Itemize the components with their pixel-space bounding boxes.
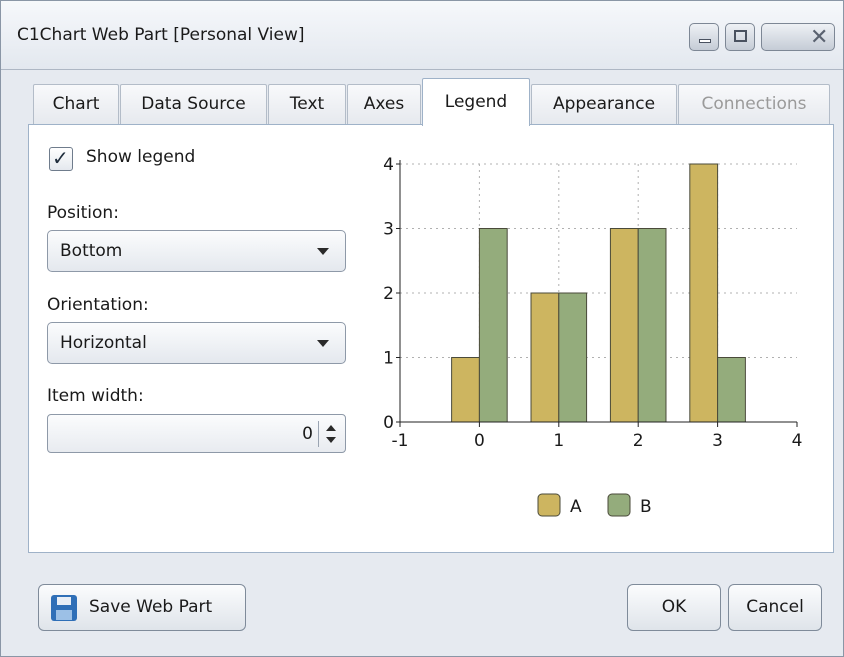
bar-series-A-2 — [609, 228, 639, 423]
tab-data-source[interactable]: Data Source — [120, 84, 267, 124]
bar-series-A-0 — [451, 357, 480, 423]
position-label: Position: — [47, 203, 119, 223]
cancel-label: Cancel — [746, 597, 804, 617]
show-legend-checkbox[interactable]: ✓ — [49, 146, 73, 171]
tab-label: Connections — [701, 94, 807, 114]
orientation-label: Orientation: — [47, 295, 149, 315]
x-tick-label: 2 — [633, 431, 644, 451]
x-tick-label: 4 — [792, 431, 803, 451]
item-width-stepper[interactable]: 0 — [47, 414, 346, 453]
x-tick-label: 3 — [712, 431, 723, 451]
tab-appearance[interactable]: Appearance — [531, 84, 677, 124]
legend-swatch-B — [607, 493, 631, 517]
minimize-button[interactable] — [689, 23, 719, 51]
tab-label: Chart — [52, 94, 100, 114]
x-tick-label: 1 — [553, 431, 564, 451]
tab-label: Legend — [444, 92, 508, 112]
chevron-down-icon — [317, 340, 329, 347]
ok-label: OK — [661, 597, 687, 617]
spinner-down-icon[interactable] — [326, 437, 336, 443]
orientation-dropdown[interactable]: Horizontal — [47, 322, 346, 364]
tab-chart[interactable]: Chart — [33, 84, 119, 124]
ok-button[interactable]: OK — [627, 584, 721, 631]
tab-axes[interactable]: Axes — [347, 84, 421, 124]
bar-series-B-2 — [637, 228, 667, 423]
tab-legend[interactable]: Legend — [422, 78, 530, 126]
tab-label: Axes — [363, 94, 405, 114]
bar-series-B-3 — [717, 357, 746, 423]
bar-series-B-0 — [478, 228, 508, 423]
checkmark-icon: ✓ — [52, 146, 69, 170]
save-label: Save Web Part — [89, 597, 213, 617]
legend-label-A: A — [570, 497, 582, 517]
cancel-button[interactable]: Cancel — [728, 584, 822, 631]
stepper-divider — [318, 421, 319, 447]
legend-label-B: B — [640, 497, 652, 517]
item-width-label: Item width: — [47, 386, 144, 406]
position-dropdown[interactable]: Bottom — [47, 230, 346, 272]
save-web-part-button[interactable]: Save Web Part — [38, 584, 246, 631]
maximize-icon — [734, 30, 747, 42]
x-tick-label: -1 — [392, 431, 409, 451]
maximize-button[interactable] — [725, 23, 755, 51]
y-tick-label: 4 — [383, 155, 394, 175]
position-value: Bottom — [60, 241, 123, 261]
tab-label: Appearance — [552, 94, 656, 114]
close-icon: ✕ — [810, 25, 829, 50]
tab-text[interactable]: Text — [268, 84, 346, 124]
chevron-down-icon — [317, 248, 329, 255]
y-tick-label: 2 — [383, 284, 394, 304]
show-legend-label: Show legend — [86, 147, 196, 167]
tab-label: Text — [289, 94, 325, 114]
bar-series-A-1 — [530, 292, 560, 423]
item-width-value: 0 — [302, 424, 313, 444]
tab-connections: Connections — [678, 84, 830, 124]
y-tick-label: 1 — [383, 349, 394, 369]
floppy-disk-icon — [51, 595, 77, 621]
legend-swatch-A — [537, 493, 561, 517]
minimize-icon — [699, 39, 711, 43]
window-title: C1Chart Web Part [Personal View] — [17, 25, 305, 45]
title-bar: C1Chart Web Part [Personal View] ✕ — [1, 1, 843, 70]
close-button[interactable]: ✕ — [761, 23, 835, 51]
bar-series-A-3 — [689, 163, 719, 423]
chart-preview: 01234-1 0 1 2 3 4A B — [383, 155, 803, 517]
y-tick-label: 3 — [383, 220, 394, 240]
x-tick-label: 0 — [474, 431, 485, 451]
bar-series-B-1 — [558, 292, 588, 423]
spinner-up-icon[interactable] — [326, 425, 336, 431]
y-tick-label: 0 — [383, 413, 394, 433]
tab-label: Data Source — [141, 94, 246, 114]
orientation-value: Horizontal — [60, 333, 147, 353]
